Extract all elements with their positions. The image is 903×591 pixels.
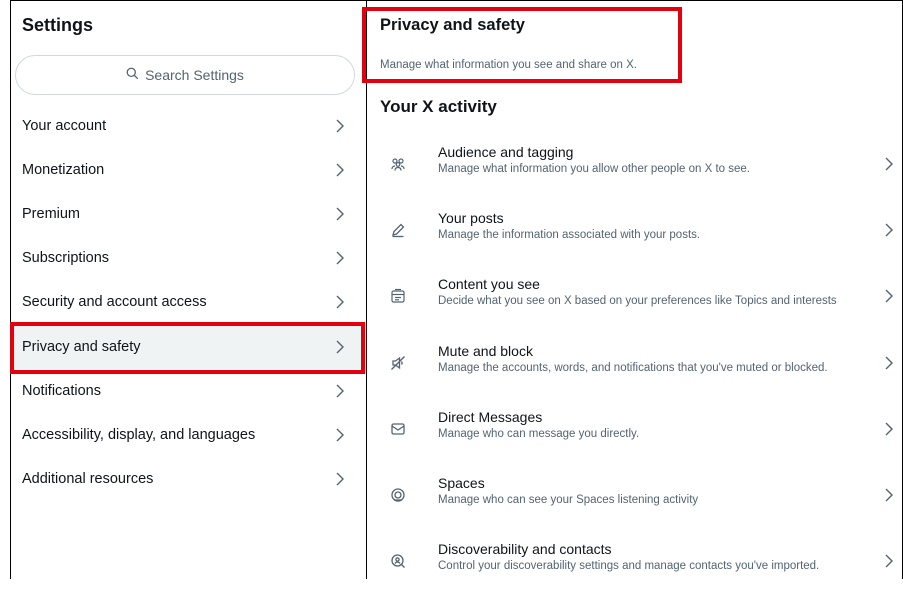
sidebar-item-label: Premium <box>22 206 81 222</box>
sidebar-item-label: Notifications <box>22 383 101 399</box>
page-title: Privacy and safety <box>380 16 525 34</box>
setting-row-title: Your posts <box>438 210 504 226</box>
chevron-right-icon <box>885 289 893 303</box>
sidebar-item-label: Subscriptions <box>22 250 110 266</box>
chevron-right-icon <box>885 554 893 568</box>
chevron-right-icon <box>885 356 893 370</box>
setting-row-subtitle: Manage what information you allow other … <box>438 163 750 175</box>
sidebar-item-subscriptions[interactable]: Subscriptions <box>10 236 362 280</box>
sidebar-item-label: Security and account access <box>22 294 207 310</box>
search-input[interactable]: Search Settings <box>15 55 355 95</box>
spaces-icon <box>390 487 406 503</box>
chevron-right-icon <box>885 422 893 436</box>
chevron-right-icon <box>336 251 344 265</box>
setting-row-mute-block[interactable]: Mute and block Manage the accounts, word… <box>366 333 903 393</box>
content-icon <box>390 288 406 304</box>
sidebar-item-label: Your account <box>22 118 107 134</box>
chevron-right-icon <box>336 163 344 177</box>
setting-row-title: Spaces <box>438 475 485 491</box>
page-subtitle: Manage what information you see and shar… <box>380 59 637 71</box>
setting-row-subtitle: Decide what you see on X based on your p… <box>438 295 837 307</box>
sidebar-item-label: Accessibility, display, and languages <box>22 427 256 443</box>
setting-row-title: Mute and block <box>438 343 533 359</box>
sidebar-item-premium[interactable]: Premium <box>10 192 362 236</box>
setting-row-subtitle: Manage the accounts, words, and notifica… <box>438 362 828 374</box>
setting-row-subtitle: Manage the information associated with y… <box>438 229 701 241</box>
pencil-icon <box>390 222 406 238</box>
chevron-right-icon <box>885 157 893 171</box>
sidebar-item-label: Monetization <box>22 162 105 178</box>
chevron-right-icon <box>885 223 893 237</box>
search-placeholder: Search Settings <box>145 67 244 83</box>
privacy-panel: Privacy and safety Manage what informati… <box>366 0 903 579</box>
chevron-right-icon <box>336 428 344 442</box>
sidebar-item-label: Additional resources <box>22 471 154 487</box>
search-icon <box>126 67 139 83</box>
setting-row-title: Direct Messages <box>438 409 543 425</box>
chevron-right-icon <box>336 295 344 309</box>
people-icon <box>390 156 406 172</box>
chevron-right-icon <box>885 488 893 502</box>
sidebar-item-notifications[interactable]: Notifications <box>10 369 362 413</box>
setting-row-title: Content you see <box>438 276 540 292</box>
settings-title: Settings <box>22 15 94 35</box>
highlight-box-privacy-nav <box>10 322 365 374</box>
sidebar-item-your-account[interactable]: Your account <box>10 104 362 148</box>
chevron-right-icon <box>336 207 344 221</box>
sidebar-item-accessibility[interactable]: Accessibility, display, and languages <box>10 413 362 457</box>
settings-sidebar: Settings Search Settings Your account Mo… <box>10 0 366 579</box>
setting-row-subtitle: Manage who can message you directly. <box>438 428 640 440</box>
setting-row-your-posts[interactable]: Your posts Manage the information associ… <box>366 200 903 260</box>
setting-row-discoverability[interactable]: Discoverability and contacts Control you… <box>366 531 903 591</box>
sidebar-item-additional-resources[interactable]: Additional resources <box>10 457 362 501</box>
mute-icon <box>390 355 406 371</box>
setting-row-subtitle: Control your discoverability settings an… <box>438 560 820 572</box>
discover-icon <box>390 553 406 569</box>
chevron-right-icon <box>336 384 344 398</box>
setting-row-content-you-see[interactable]: Content you see Decide what you see on X… <box>366 266 903 326</box>
setting-row-audience[interactable]: Audience and tagging Manage what informa… <box>366 134 903 194</box>
section-title: Your X activity <box>380 97 497 116</box>
setting-row-title: Discoverability and contacts <box>438 541 612 557</box>
setting-row-direct-messages[interactable]: Direct Messages Manage who can message y… <box>366 399 903 459</box>
setting-row-title: Audience and tagging <box>438 144 574 160</box>
sidebar-item-monetization[interactable]: Monetization <box>10 148 362 192</box>
setting-row-subtitle: Manage who can see your Spaces listening… <box>438 494 699 506</box>
chevron-right-icon <box>336 472 344 486</box>
sidebar-item-security[interactable]: Security and account access <box>10 280 362 324</box>
setting-row-spaces[interactable]: Spaces Manage who can see your Spaces li… <box>366 465 903 525</box>
chevron-right-icon <box>336 119 344 133</box>
envelope-icon <box>390 421 406 437</box>
